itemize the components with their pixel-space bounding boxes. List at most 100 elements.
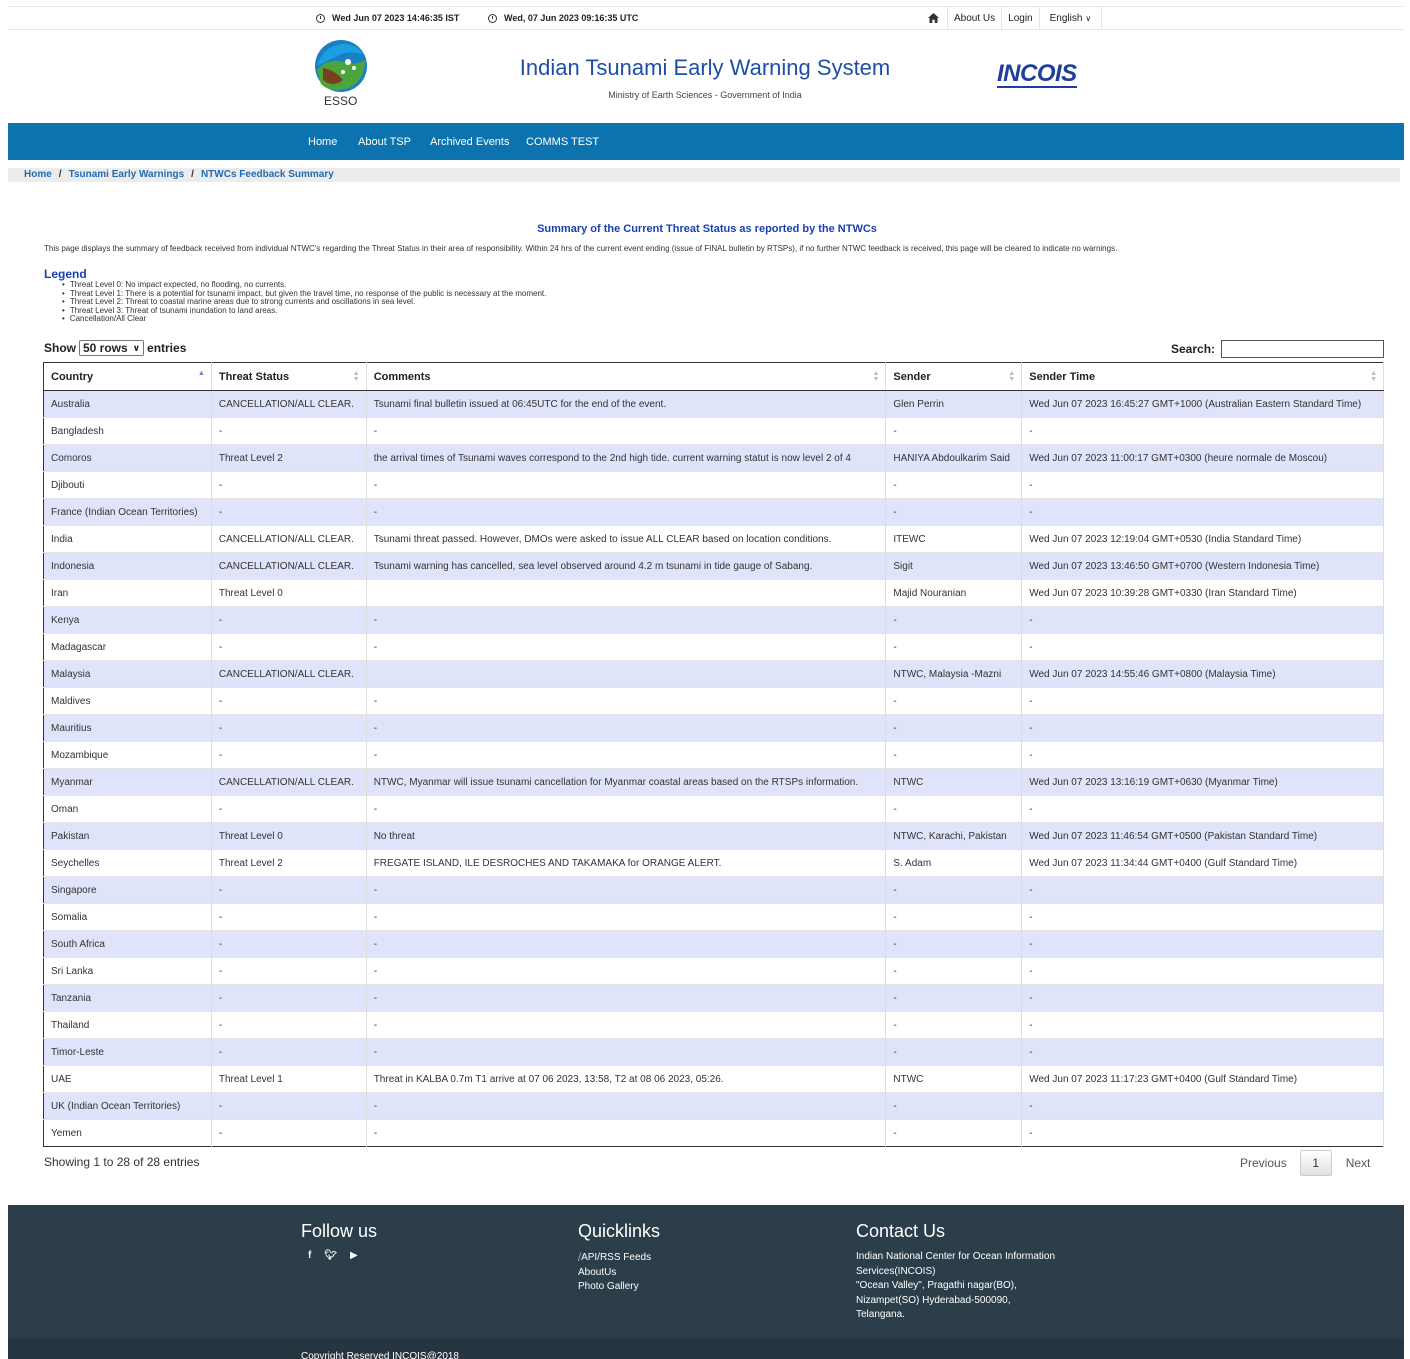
table-info: Showing 1 to 28 of 28 entries: [44, 1155, 200, 1169]
quicklink-photo-gallery[interactable]: Photo Gallery: [578, 1280, 660, 1295]
cell-comments: Tsunami final bulletin issued at 06:45UT…: [366, 390, 887, 418]
cell-threat-status: -: [211, 957, 367, 985]
col-header-country[interactable]: Country ▲: [43, 362, 212, 391]
breadcrumb-tsunami-warnings[interactable]: Tsunami Early Warnings: [69, 169, 185, 180]
nav-archived-events[interactable]: Archived Events: [430, 136, 509, 148]
table-row: Tanzania - - - -: [43, 984, 1384, 1012]
cell-threat-status: CANCELLATION/ALL CLEAR.: [211, 525, 367, 553]
summary-title: Summary of the Current Threat Status as …: [537, 223, 877, 235]
nav-home[interactable]: Home: [308, 136, 337, 148]
quicklink-api-rss[interactable]: API/RSS Feeds: [581, 1252, 651, 1263]
cell-sender: -: [885, 741, 1023, 769]
about-us-link[interactable]: About Us: [947, 7, 1001, 29]
cell-country: Bangladesh: [43, 417, 212, 445]
cell-country: Mozambique: [43, 741, 212, 769]
site-subtitle: Ministry of Earth Sciences - Government …: [608, 90, 802, 100]
nav-about-tsp[interactable]: About TSP: [358, 136, 411, 148]
table-row: Singapore - - - -: [43, 876, 1384, 904]
main-nav: Home About TSP Archived Events COMMS TES…: [8, 123, 1404, 160]
col-header-sender[interactable]: Sender ▲ ▼: [885, 362, 1023, 391]
cell-sender-time: -: [1021, 957, 1384, 985]
cell-country: Comoros: [43, 444, 212, 472]
cell-sender: -: [885, 930, 1023, 958]
table-row: Timor-Leste - - - -: [43, 1038, 1384, 1066]
quicklink-aboutus[interactable]: AboutUs: [578, 1266, 660, 1281]
cell-threat-status: Threat Level 0: [211, 822, 367, 850]
cell-sender: -: [885, 498, 1023, 526]
cell-sender-time: -: [1021, 876, 1384, 904]
cell-threat-status: -: [211, 1092, 367, 1120]
cell-sender-time: -: [1021, 498, 1384, 526]
sort-icon: ▲ ▼: [352, 370, 360, 383]
esso-logo[interactable]: ESSO: [313, 40, 369, 108]
ist-time: Wed Jun 07 2023 14:46:35 IST: [332, 13, 460, 23]
threat-status-table: Country ▲ Threat Status ▲ ▼ Comments ▲ ▼ Send…: [43, 362, 1384, 1147]
col-header-comments[interactable]: Comments ▲ ▼: [366, 362, 887, 391]
cell-threat-status: -: [211, 633, 367, 661]
cell-sender: -: [885, 1011, 1023, 1039]
pagination: Previous 1 Next: [1240, 1150, 1370, 1176]
cell-sender-time: -: [1021, 1092, 1384, 1120]
footer-follow: Follow us f 🐦︎ ▶: [301, 1221, 377, 1261]
cell-threat-status: CANCELLATION/ALL CLEAR.: [211, 768, 367, 796]
contact-line: Nizampet(SO) Hyderabad-500090,: [856, 1294, 1011, 1306]
cell-country: UK (Indian Ocean Territories): [43, 1092, 212, 1120]
cell-country: Somalia: [43, 903, 212, 931]
cell-comments: -: [366, 903, 887, 931]
cell-comments: -: [366, 471, 887, 499]
cell-comments: -: [366, 984, 887, 1012]
cell-threat-status: -: [211, 471, 367, 499]
table-row: Myanmar CANCELLATION/ALL CLEAR. NTWC, Myan…: [43, 768, 1384, 796]
cell-threat-status: -: [211, 795, 367, 823]
entries-label: entries: [147, 341, 187, 355]
rows-select[interactable]: 50 rows ∨: [79, 340, 145, 356]
contact-title: Contact Us: [856, 1221, 946, 1241]
cell-threat-status: CANCELLATION/ALL CLEAR.: [211, 660, 367, 688]
breadcrumb-feedback-summary[interactable]: NTWCs Feedback Summary: [201, 169, 334, 180]
cell-threat-status: CANCELLATION/ALL CLEAR.: [211, 552, 367, 580]
cell-sender: -: [885, 984, 1023, 1012]
cell-sender: -: [885, 417, 1023, 445]
cell-sender: NTWC, Karachi, Pakistan: [885, 822, 1023, 850]
breadcrumb-home[interactable]: Home: [24, 169, 52, 180]
clock-icon: [316, 13, 325, 23]
follow-title: Follow us: [301, 1221, 378, 1241]
cell-comments: -: [366, 957, 887, 985]
top-nav: About Us Login English ∨: [920, 7, 1103, 29]
search-input[interactable]: [1221, 340, 1385, 358]
cell-sender-time: Wed Jun 07 2023 14:55:46 GMT+0800 (Malay…: [1021, 660, 1384, 688]
facebook-icon[interactable]: f: [308, 1250, 311, 1261]
sort-icon: ▲ ▼: [1008, 370, 1016, 383]
cell-country: Maldives: [43, 687, 212, 715]
search-label: Search:: [1171, 342, 1216, 356]
incois-logo[interactable]: INCOIS: [997, 62, 1077, 88]
cell-sender-time: -: [1021, 633, 1384, 661]
cell-threat-status: -: [211, 1119, 367, 1147]
cell-sender-time: -: [1021, 795, 1384, 823]
youtube-icon[interactable]: ▶: [350, 1250, 358, 1261]
table-row: Yemen - - - -: [43, 1119, 1384, 1147]
home-icon[interactable]: [920, 7, 947, 29]
login-link[interactable]: Login: [1001, 7, 1038, 29]
footer-contact: Contact Us Indian National Center for Oc…: [856, 1221, 1055, 1323]
language-dropdown[interactable]: English ∨: [1038, 7, 1103, 29]
previous-button[interactable]: Previous: [1240, 1156, 1287, 1170]
cell-country: Malaysia: [43, 660, 212, 688]
table-row: Oman - - - -: [43, 795, 1384, 823]
cell-threat-status: -: [211, 984, 367, 1012]
copyright-bar: Copyright Reserved INCOIS@2018: [8, 1338, 1404, 1359]
sort-icon: ▲ ▼: [1370, 370, 1377, 383]
cell-sender-time: -: [1021, 687, 1384, 715]
cell-sender-time: Wed Jun 07 2023 11:46:54 GMT+0500 (Pakis…: [1021, 822, 1384, 850]
contact-line: Services(INCOIS): [856, 1265, 936, 1277]
cell-country: Iran: [43, 579, 212, 607]
table-row: South Africa - - - -: [43, 930, 1384, 958]
footer-quicklinks: Quicklinks ⧸API/RSS Feeds AboutUs Photo …: [578, 1221, 660, 1295]
col-header-sender-time[interactable]: Sender Time ▲ ▼: [1021, 362, 1384, 391]
page-1-button[interactable]: 1: [1299, 1150, 1332, 1176]
col-header-threat-status[interactable]: Threat Status ▲ ▼: [211, 362, 367, 391]
nav-comms-test[interactable]: COMMS TEST: [526, 136, 599, 148]
next-button[interactable]: Next: [1346, 1156, 1371, 1170]
cell-threat-status: -: [211, 606, 367, 634]
twitter-icon[interactable]: 🐦︎: [324, 1250, 337, 1261]
